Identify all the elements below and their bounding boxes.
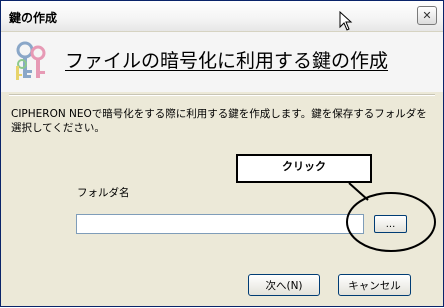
browse-button[interactable]: ... (374, 215, 407, 233)
folder-label: フォルダ名 (77, 187, 130, 199)
description-text: CIPHERON NEOで暗号化をする際に利用する鍵を作成します。鍵を保存するフ… (11, 108, 427, 134)
dialog-window: 鍵の作成 ✕ ファイルの暗号化に利用する鍵の作成 CIPHERON NEOで暗号… (0, 0, 444, 307)
folder-input[interactable] (76, 214, 364, 234)
next-button[interactable]: 次へ(N) (248, 274, 320, 296)
header-divider (9, 94, 435, 96)
close-button[interactable]: ✕ (417, 6, 437, 25)
keys-icon (16, 41, 46, 80)
title-bar[interactable]: 鍵の作成 ✕ (1, 1, 443, 32)
window-title: 鍵の作成 (9, 11, 58, 25)
header-panel: ファイルの暗号化に利用する鍵の作成 (1, 32, 443, 92)
click-callout: クリック (236, 154, 372, 183)
cancel-button[interactable]: キャンセル (338, 274, 411, 296)
close-icon: ✕ (422, 9, 432, 22)
mouse-cursor-icon (339, 11, 353, 31)
page-title: ファイルの暗号化に利用する鍵の作成 (65, 50, 389, 72)
